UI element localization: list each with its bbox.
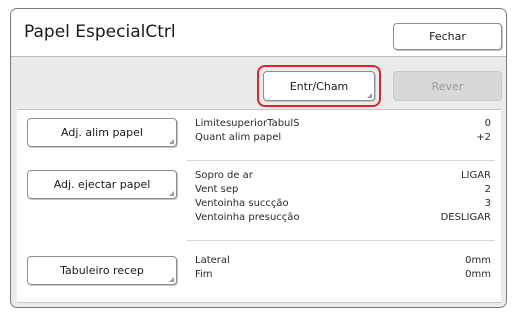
info-row: Sopro de ar LIGAR [195, 169, 491, 182]
dialog-title: Papel EspecialCtrl [24, 22, 176, 42]
corner-mark-icon [169, 277, 174, 282]
corner-mark-icon [169, 191, 174, 196]
info-label: Sopro de ar [195, 170, 253, 181]
info-value: LIGAR [460, 170, 491, 181]
info-label: Ventoinha presucção [195, 212, 300, 223]
info-label: Quant alim papel [195, 132, 282, 143]
info-row: Lateral 0mm [195, 254, 491, 267]
info-value: 0mm [465, 269, 491, 280]
info-row: Vent sep 2 [195, 183, 491, 196]
info-label: Lateral [195, 255, 230, 266]
info-value: 0mm [465, 255, 491, 266]
info-row: LimitesuperiorTabulS 0 [195, 117, 491, 130]
info-label: Ventoinha succção [195, 198, 289, 209]
info-value: 2 [484, 184, 491, 195]
info-row: Ventoinha presucção DESLIGAR [195, 211, 491, 224]
review-label: Rever [431, 79, 464, 93]
title-bar: Papel EspecialCtrl Fechar [11, 9, 506, 57]
close-button-label: Fechar [429, 30, 466, 43]
row-divider [187, 240, 495, 241]
info-value: 3 [484, 198, 491, 209]
info-row: Quant alim papel +2 [195, 131, 491, 144]
adjust-eject-button[interactable]: Adj. ejectar papel [27, 170, 177, 199]
info-value: 0 [484, 118, 491, 129]
corner-mark-icon [367, 93, 372, 98]
info-row: Ventoinha succção 3 [195, 197, 491, 210]
info-label: LimitesuperiorTabulS [195, 118, 300, 129]
corner-mark-icon [169, 139, 174, 144]
settings-panel: Adj. alim papel LimitesuperiorTabulS 0 Q… [17, 109, 501, 303]
entry-recall-label: Entr/Cham [289, 79, 349, 93]
output-tray-label: Tabuleiro recep [60, 264, 144, 277]
review-button[interactable]: Rever [393, 71, 502, 101]
output-tray-button[interactable]: Tabuleiro recep [27, 256, 177, 285]
entry-recall-button[interactable]: Entr/Cham [263, 71, 375, 101]
adjust-eject-label: Adj. ejectar papel [53, 178, 151, 191]
info-row: Fim 0mm [195, 268, 491, 281]
info-label: Vent sep [195, 184, 239, 195]
row-divider [187, 160, 495, 161]
dialog-frame: Papel EspecialCtrl Fechar Entr/Cham Reve… [10, 8, 507, 308]
info-label: Fim [195, 269, 213, 280]
close-button[interactable]: Fechar [393, 23, 502, 50]
adjust-feed-label: Adj. alim papel [61, 126, 143, 139]
adjust-feed-button[interactable]: Adj. alim papel [27, 118, 177, 147]
info-value: +2 [476, 132, 491, 143]
info-value: DESLIGAR [440, 212, 491, 223]
